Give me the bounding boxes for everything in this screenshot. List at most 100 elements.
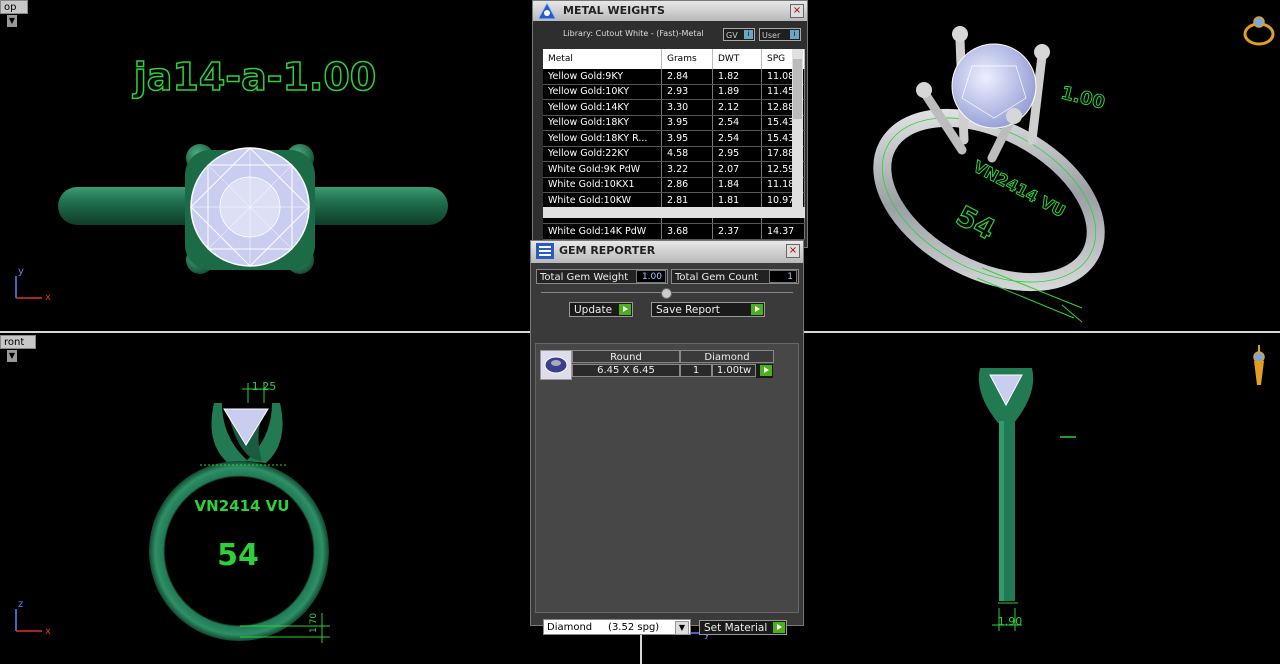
scale-icon (537, 2, 557, 20)
table-cell: White Gold:10KW (543, 192, 662, 209)
info-icon: i (790, 30, 799, 39)
table-cell: White Gold:10KX1 (543, 177, 662, 193)
table-cell: 2.12 (712, 99, 762, 116)
save-report-button[interactable]: Save Report (651, 302, 765, 317)
table-cell: Yellow Gold:22KY (543, 146, 662, 162)
gem-size-cell: 6.45 X 6.45 (572, 364, 680, 377)
table-row[interactable]: Yellow Gold:10KY 2.93 1.89 11.45 (543, 84, 805, 100)
table-cell: White Gold:14K PdW (543, 223, 662, 240)
splitter-knob[interactable] (661, 288, 672, 299)
model-label: ja14-a-1.00 (132, 55, 377, 99)
pendant-icon[interactable] (1253, 345, 1265, 385)
gem-reporter-icon (536, 243, 554, 259)
total-gem-weight-value: 1.00 (636, 270, 666, 283)
info-icon: i (744, 30, 753, 39)
dimension-text: 1.00 (1059, 82, 1107, 113)
metal-weights-titlebar[interactable]: METAL WEIGHTS × (533, 1, 807, 22)
table-row[interactable]: Yellow Gold:14KY 3.30 2.12 12.88 (543, 99, 805, 116)
svg-text:1.70: 1.70 (309, 613, 319, 633)
ring-size-text: 54 (951, 199, 1001, 246)
dimension-top: 1.25 (242, 380, 276, 403)
side-ring (978, 368, 1034, 604)
gv-toggle[interactable]: GV i (723, 28, 755, 41)
svg-text:1.90: 1.90 (998, 615, 1023, 628)
metal-weights-hscroll[interactable] (543, 207, 805, 218)
gem-qty-cell: 1 (680, 364, 712, 377)
diamond-thumbnail-icon (540, 350, 572, 380)
update-button[interactable]: Update (569, 302, 633, 317)
table-cell: 2.84 (661, 69, 713, 85)
metal-weights-vscroll[interactable] (792, 49, 803, 207)
table-row[interactable]: Yellow Gold:18KY R... 3.95 2.54 15.43 (543, 130, 805, 147)
svg-text:x: x (45, 626, 51, 637)
table-cell: 1.89 (712, 84, 762, 100)
gem-shape-header: Round (572, 350, 680, 363)
gem-reporter-titlebar[interactable]: GEM REPORTER × (531, 241, 803, 264)
gem-reporter-panel: GEM REPORTER × Total Gem Weight 1.00 Tot… (530, 240, 804, 635)
table-row[interactable]: White Gold:14K PdW 3.68 2.37 14.37 (543, 223, 805, 240)
table-cell: 1.82 (712, 69, 762, 85)
table-cell: 2.37 (712, 223, 762, 240)
table-cell: 2.54 (712, 115, 762, 131)
svg-text:z: z (18, 599, 23, 610)
gem-reporter-title: GEM REPORTER (559, 244, 656, 257)
table-row[interactable]: Yellow Gold:18KY 3.95 2.54 15.43 (543, 115, 805, 131)
column-header-dwt[interactable]: DWT (712, 49, 762, 69)
svg-text:x: x (45, 292, 51, 303)
play-icon (773, 622, 785, 633)
table-cell: White Gold:9K PdW (543, 161, 662, 178)
table-cell: 14.37 (761, 223, 805, 240)
table-row[interactable]: White Gold:10KX1 2.86 1.84 11.18 (543, 177, 805, 193)
table-row[interactable]: White Gold:10KW 2.81 1.81 10.97 (543, 192, 805, 209)
table-cell: 3.68 (661, 223, 713, 240)
total-gem-count-value: 1 (769, 270, 797, 283)
metal-weights-title: METAL WEIGHTS (563, 4, 665, 17)
engraving-text: VN2414 VU (195, 497, 290, 515)
axis-gizmo: y x (15, 266, 51, 303)
set-material-button[interactable]: Set Material (699, 620, 787, 635)
user-toggle[interactable]: User i (759, 28, 801, 41)
scroll-thumb[interactable] (793, 59, 802, 119)
gem-type-header: Diamond (680, 350, 774, 363)
library-label: Library: Cutout White - (Fast)-Metal (563, 29, 704, 38)
column-header-grams[interactable]: Grams (661, 49, 713, 69)
close-icon[interactable]: × (790, 4, 804, 18)
gem-list: Round Diamond 6.45 X 6.45 1 1.00tw (535, 343, 799, 613)
gem-reporter-body: Total Gem Weight 1.00 Total Gem Count 1 … (531, 263, 803, 635)
gem-weight-cell: 1.00tw (712, 364, 756, 377)
axis-gizmo: z x (15, 599, 51, 637)
ring-size-text: 54 (217, 538, 259, 573)
table-row[interactable]: White Gold:9K PdW 3.22 2.07 12.59 (543, 161, 805, 178)
table-cell: 3.30 (661, 99, 713, 116)
dimension-bottom: 1.90 (992, 608, 1022, 631)
table-cell: Yellow Gold:14KY (543, 99, 662, 116)
table-cell: 2.07 (712, 161, 762, 178)
table-cell: 4.58 (661, 146, 713, 162)
play-icon (751, 304, 763, 315)
table-row[interactable]: Yellow Gold:9KY 2.84 1.82 11.08 (543, 69, 805, 85)
svg-text:1.25: 1.25 (252, 380, 277, 393)
column-header-metal[interactable]: Metal (543, 49, 662, 69)
table-cell: Yellow Gold:10KY (543, 84, 662, 100)
table-cell: 1.84 (712, 177, 762, 193)
table-cell: 2.95 (712, 146, 762, 162)
table-row[interactable]: Yellow Gold:22KY 4.58 2.95 17.88 (543, 146, 805, 162)
diamond-top-view (190, 147, 310, 267)
chevron-down-icon[interactable]: ▼ (675, 621, 689, 635)
prong-head-front (211, 403, 283, 463)
table-cell: 3.22 (661, 161, 713, 178)
material-select[interactable]: Diamond (3.52 spg) ▼ (543, 619, 691, 635)
ring-icon[interactable] (1243, 16, 1275, 46)
gem-row-play-button[interactable] (756, 364, 773, 378)
metal-weights-panel: METAL WEIGHTS × Library: Cutout White - … (532, 0, 808, 248)
table-cell: 2.93 (661, 84, 713, 100)
table-cell: 1.81 (712, 192, 762, 209)
table-cell: 2.81 (661, 192, 713, 209)
close-icon[interactable]: × (786, 244, 800, 258)
table-cell: 2.54 (712, 130, 762, 147)
table-cell: 3.95 (661, 130, 713, 147)
gem-row[interactable]: Round Diamond 6.45 X 6.45 1 1.00tw (540, 350, 780, 380)
table-cell: Yellow Gold:18KY R... (543, 130, 662, 147)
play-icon (760, 365, 772, 376)
svg-text:y: y (18, 266, 24, 277)
